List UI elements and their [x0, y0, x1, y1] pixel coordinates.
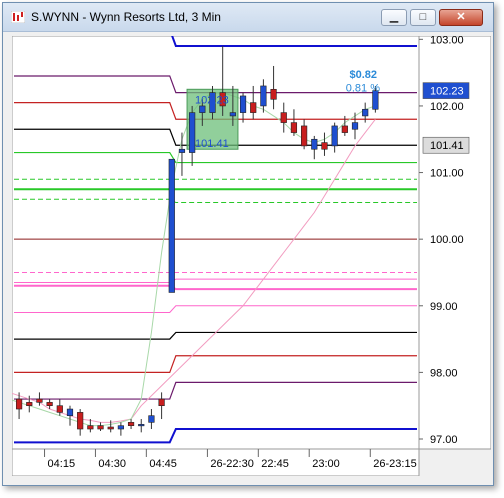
window-title: S.WYNN - Wynn Resorts Ltd, 3 Min — [31, 10, 221, 24]
candle-body — [97, 425, 104, 430]
candle-body — [56, 405, 63, 413]
candle-body — [178, 148, 186, 153]
candle-body — [36, 398, 43, 403]
candle-body — [250, 102, 257, 113]
price-chart[interactable]: 102.23 101.41 $0.820.81 % 103.00 102.00 101.… — [0, 28, 492, 477]
close-icon: ✕ — [456, 11, 466, 23]
candle-body — [77, 412, 84, 430]
y-tick-label: 102.00 — [430, 101, 464, 113]
candle-body — [26, 402, 33, 407]
candle-body — [280, 112, 287, 123]
box-bottom-label: 101.41 — [195, 138, 229, 150]
price-label: 101.41 — [430, 140, 464, 152]
y-tick-label: 100.00 — [430, 234, 464, 246]
candle-body — [321, 142, 328, 150]
y-tick-label: 98.00 — [430, 367, 458, 379]
maximize-button[interactable]: □ — [410, 9, 436, 26]
x-tick-label: 26-23:15 — [373, 458, 416, 470]
minimize-button[interactable]: ▁ — [381, 9, 407, 26]
change-value: $0.82 — [349, 69, 377, 81]
maximize-icon: □ — [419, 11, 427, 23]
candle-body — [239, 95, 247, 113]
app-chart-icon — [11, 11, 25, 23]
candle-body — [107, 426, 114, 430]
candle-body — [362, 108, 369, 117]
candle-body — [229, 112, 236, 117]
x-tick-label: 04:30 — [98, 458, 126, 470]
candle-body — [331, 125, 338, 147]
y-tick-label: 99.00 — [430, 301, 458, 313]
candle-body — [46, 402, 53, 407]
title-bar[interactable]: S.WYNN - Wynn Resorts Ltd, 3 Min ▁ □ ✕ — [3, 3, 493, 32]
candle-body — [311, 138, 318, 150]
candle-body — [158, 398, 165, 407]
candle-body — [66, 408, 74, 416]
candle-body — [260, 85, 267, 107]
change-percent: 0.81 % — [346, 82, 380, 94]
candle-body — [168, 158, 175, 293]
candle-body — [15, 398, 23, 410]
candle-body — [87, 425, 94, 430]
x-tick-label: 23:00 — [312, 458, 340, 470]
y-tick-label: 97.00 — [430, 434, 458, 446]
x-tick-label: 04:15 — [48, 458, 76, 470]
candle-body — [148, 415, 155, 423]
candle-body — [290, 122, 298, 133]
box-top-label: 102.23 — [195, 94, 229, 106]
price-label: 102.23 — [430, 86, 464, 98]
candle-body — [301, 125, 308, 147]
candle-body — [199, 105, 206, 113]
chart-area[interactable]: 102.23 101.41 $0.82 0.81 % 103.00 102.00 101.… — [0, 28, 492, 477]
candle-body — [127, 422, 135, 426]
candle-body — [138, 424, 145, 427]
minimize-icon: ▁ — [389, 11, 399, 23]
x-tick-label: 22:45 — [261, 458, 289, 470]
candle-body — [341, 125, 348, 133]
candle-body — [270, 88, 277, 100]
y-tick-label: 101.00 — [430, 168, 464, 180]
close-button[interactable]: ✕ — [439, 9, 483, 26]
chart-window: S.WYNN - Wynn Resorts Ltd, 3 Min ▁ □ ✕ 1… — [0, 2, 494, 486]
candle-body — [117, 425, 124, 430]
x-tick-label: 04:45 — [149, 458, 177, 470]
x-tick-label: 26-22:30 — [210, 458, 253, 470]
candle-body — [351, 122, 359, 130]
y-tick-label: 103.00 — [430, 36, 464, 46]
